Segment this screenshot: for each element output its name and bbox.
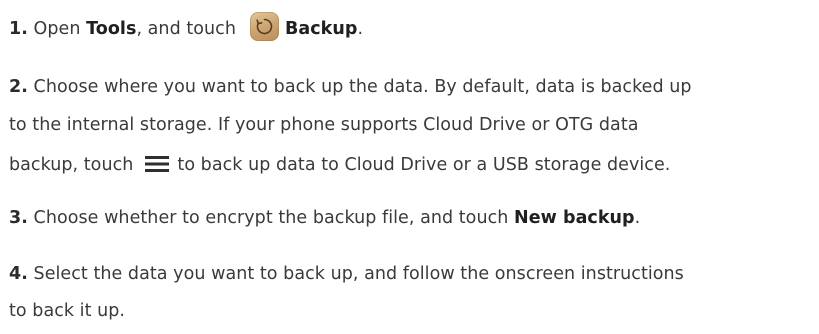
step-text: backup, touch bbox=[9, 155, 134, 175]
step-2-line-2: to the internal storage. If your phone s… bbox=[9, 107, 811, 144]
step-text: Choose where you want to back up the dat… bbox=[27, 77, 692, 97]
step-number: 1. bbox=[9, 19, 28, 39]
step-4-line-2: to back it up. bbox=[9, 293, 811, 330]
step-text: to back it up. bbox=[9, 301, 126, 321]
backup-label: Backup bbox=[284, 19, 358, 39]
step-text: to the internal storage. If your phone s… bbox=[9, 115, 639, 135]
step-4: 4. Select the data you want to back up, … bbox=[9, 256, 811, 293]
step-text: Select the data you want to back up, and… bbox=[27, 264, 684, 284]
step-text: Choose whether to encrypt the backup fil… bbox=[27, 208, 515, 228]
backup-icon bbox=[249, 12, 279, 41]
step-number: 4. bbox=[9, 264, 28, 284]
menu-icon bbox=[145, 150, 170, 187]
step-text: , and touch bbox=[136, 19, 236, 39]
step-1: 1. Open Tools, and touch Backup. bbox=[9, 11, 811, 48]
step-number: 2. bbox=[9, 77, 28, 97]
step-2-line-3: backup, touch to back up data to Cloud Dr… bbox=[9, 147, 811, 187]
instruction-steps: 1. Open Tools, and touch Backup. 2. Choos… bbox=[0, 0, 819, 334]
step-text: . bbox=[634, 208, 641, 228]
step-text: Open bbox=[27, 19, 87, 39]
new-backup-label: New backup bbox=[514, 208, 635, 228]
step-text: . bbox=[357, 19, 364, 39]
tools-label: Tools bbox=[86, 19, 137, 39]
step-text: to back up data to Cloud Drive or a USB … bbox=[177, 155, 671, 175]
step-number: 3. bbox=[9, 208, 28, 228]
step-3: 3. Choose whether to encrypt the backup … bbox=[9, 200, 811, 237]
step-2: 2. Choose where you want to back up the … bbox=[9, 69, 811, 106]
